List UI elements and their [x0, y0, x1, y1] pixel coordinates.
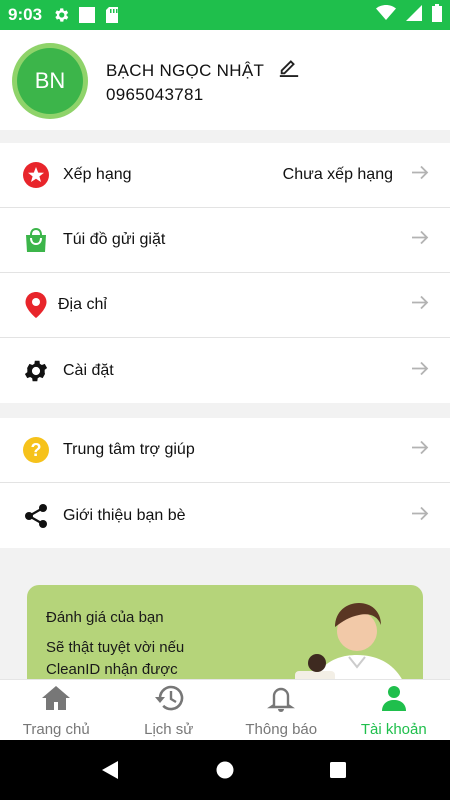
bell-icon	[266, 684, 296, 717]
menu-settings[interactable]: Cài đặt	[0, 338, 450, 403]
profile-header: BN BẠCH NGỌC NHẬT 0965043781	[0, 30, 450, 130]
menu-ranking-value: Chưa xếp hạng	[282, 166, 393, 183]
shopping-bag-icon	[22, 226, 50, 254]
svg-text:?: ?	[31, 440, 42, 460]
menu-group-support: ? Trung tâm trợ giúp Giới thiệu bạn bè	[0, 418, 450, 548]
back-icon[interactable]	[101, 761, 119, 784]
menu-refer[interactable]: Giới thiệu bạn bè	[0, 483, 450, 548]
profile-phone: 0965043781	[106, 85, 204, 104]
menu-ranking-label: Xếp hạng	[63, 166, 132, 183]
help-icon: ?	[22, 436, 50, 464]
home-icon	[41, 684, 71, 717]
history-icon	[154, 684, 184, 717]
avatar[interactable]: BN	[17, 48, 83, 114]
arrow-right-icon	[410, 438, 430, 463]
status-time: 9:03	[8, 5, 43, 24]
sd-card-icon	[104, 6, 120, 24]
menu-address[interactable]: Địa chỉ	[0, 273, 450, 338]
menu-address-label: Địa chỉ	[58, 296, 107, 313]
person-icon	[379, 684, 409, 717]
status-bar: 9:03	[0, 0, 450, 30]
arrow-right-icon	[410, 358, 430, 383]
menu-refer-label: Giới thiệu bạn bè	[63, 506, 186, 524]
promo-title: Đánh giá của bạn	[46, 609, 164, 626]
menu-settings-label: Cài đặt	[63, 361, 114, 379]
recents-icon[interactable]	[329, 761, 347, 784]
nav-history[interactable]: Lịch sử	[113, 680, 226, 740]
nav-home-label: Trang chủ	[22, 721, 90, 738]
nav-home[interactable]: Trang chủ	[0, 680, 113, 740]
nav-account-label: Tài khoản	[360, 721, 427, 738]
menu-bag[interactable]: Túi đồ gửi giặt	[0, 208, 450, 273]
status-right	[376, 3, 442, 27]
wifi-icon	[376, 4, 396, 26]
arrow-right-icon	[410, 163, 430, 188]
profile-name: BẠCH NGỌC NHẬT	[106, 61, 265, 80]
menu-help[interactable]: ? Trung tâm trợ giúp	[0, 418, 450, 483]
menu-group-main: Xếp hạng Chưa xếp hạng Túi đồ gửi giặt Đ…	[0, 143, 450, 403]
edit-profile-icon[interactable]	[278, 55, 300, 82]
promo-text: Sẽ thật tuyệt vời nếu CleanID nhận được	[46, 639, 185, 678]
nav-history-label: Lịch sử	[144, 721, 194, 738]
menu-help-label: Trung tâm trợ giúp	[63, 441, 195, 458]
gear-icon	[22, 357, 50, 385]
arrow-right-icon	[410, 293, 430, 318]
square-status-icon	[78, 6, 96, 24]
home-button-icon[interactable]	[216, 761, 234, 784]
settings-status-icon	[52, 6, 70, 24]
signal-icon	[406, 4, 422, 26]
nav-account[interactable]: Tài khoản	[338, 680, 450, 740]
bottom-navigation: Trang chủ Lịch sử Thông báo Tài khoản	[0, 679, 450, 740]
star-badge-icon	[22, 161, 50, 189]
location-pin-icon	[22, 291, 50, 319]
arrow-right-icon	[410, 503, 430, 528]
system-navigation-bar	[0, 740, 450, 800]
menu-bag-label: Túi đồ gửi giặt	[63, 231, 166, 248]
menu-ranking[interactable]: Xếp hạng Chưa xếp hạng	[0, 143, 450, 208]
battery-icon	[432, 3, 442, 27]
arrow-right-icon	[410, 228, 430, 253]
share-icon	[22, 502, 50, 530]
nav-notifications[interactable]: Thông báo	[225, 680, 338, 740]
nav-notifications-label: Thông báo	[245, 721, 318, 738]
